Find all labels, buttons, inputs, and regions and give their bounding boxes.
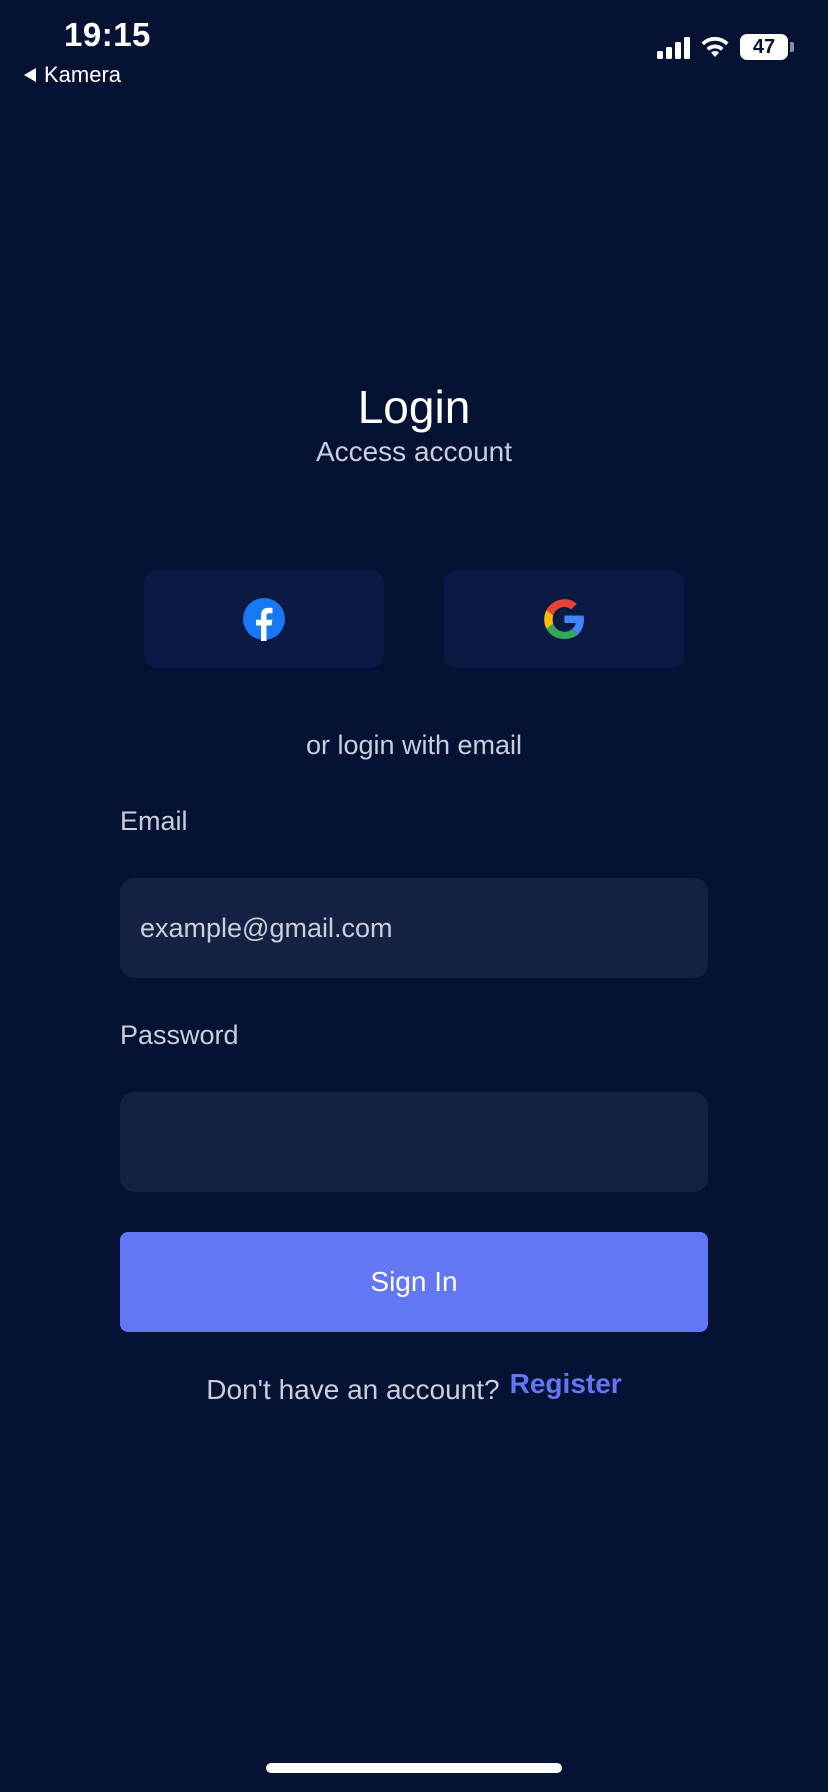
- email-label: Email: [120, 806, 188, 836]
- battery-cap: [790, 42, 794, 52]
- back-to-app-button[interactable]: Kamera: [24, 62, 121, 88]
- battery-level: 47: [740, 34, 788, 60]
- status-time: 19:15: [64, 16, 151, 53]
- facebook-icon: [243, 598, 285, 641]
- page-title: Login: [357, 381, 471, 433]
- or-login-with-email-text: or login with email: [305, 730, 523, 760]
- google-icon: [544, 599, 584, 639]
- cellular-signal-icon: [657, 35, 690, 59]
- register-prompt-row: Don't have an account? Register: [0, 1368, 828, 1406]
- password-field[interactable]: [120, 1092, 708, 1192]
- page-subtitle: Access account: [315, 436, 513, 467]
- battery-indicator: 47: [740, 34, 794, 60]
- home-indicator[interactable]: [266, 1763, 562, 1773]
- google-login-button[interactable]: [444, 570, 684, 668]
- register-link[interactable]: Register: [510, 1368, 622, 1400]
- sign-in-button[interactable]: Sign In: [120, 1232, 708, 1332]
- status-indicators: 47: [657, 34, 794, 60]
- back-app-label: Kamera: [44, 62, 122, 87]
- email-field[interactable]: [120, 878, 708, 978]
- register-prompt-text: Don't have an account?: [206, 1374, 500, 1405]
- back-arrow-icon: [24, 68, 36, 82]
- facebook-login-button[interactable]: [144, 570, 384, 668]
- wifi-icon: [701, 36, 729, 57]
- password-label: Password: [120, 1020, 239, 1050]
